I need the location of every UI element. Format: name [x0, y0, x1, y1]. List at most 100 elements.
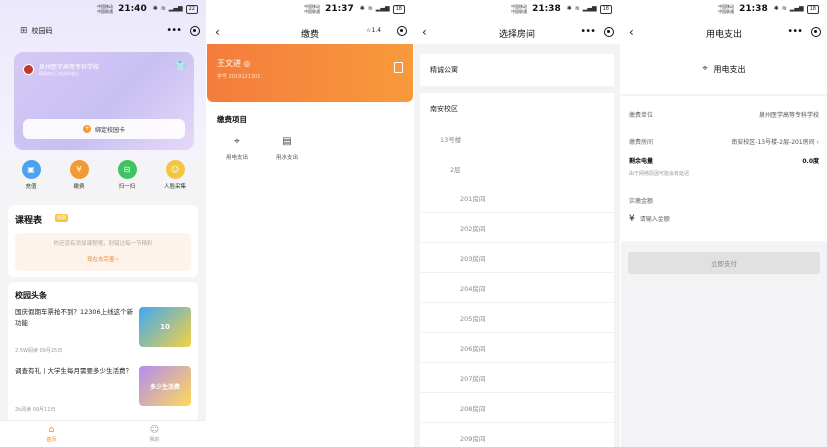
- news-headline: 调查有礼丨大学生每月需要多少生活费？: [15, 367, 132, 375]
- quick-action-recharge[interactable]: ▣ 充值: [14, 160, 48, 190]
- close-target-icon[interactable]: [604, 26, 614, 37]
- electricity-payment-screen: 中国移动 中国联通 21:38 ✱ ≋ ▂▄▆ 18 ‹ 用电支出 ••• ⌖ …: [621, 0, 827, 447]
- status-bar: 中国移动 中国联通 21:38 ✱ ≋ ▂▄▆ 18: [621, 0, 827, 22]
- room-item[interactable]: 207房间: [420, 363, 614, 393]
- back-icon[interactable]: ‹: [215, 25, 220, 39]
- tab-mine[interactable]: ☺ 我的: [103, 421, 206, 447]
- electricity-header-label: 用电支出: [713, 64, 746, 74]
- room-label: 206房间: [460, 345, 486, 353]
- quick-action-pay[interactable]: ¥ 缴费: [62, 160, 96, 190]
- page-title: 用电支出: [705, 29, 742, 40]
- star-rating[interactable]: ☆1.4: [366, 27, 381, 34]
- room-item[interactable]: 204房间: [420, 273, 614, 303]
- carrier-2: 中国联通: [511, 9, 528, 14]
- signal-icon: ▂▄▆: [375, 5, 390, 12]
- quick-action-face[interactable]: ☺ 人脸采集: [158, 160, 192, 190]
- document-icon[interactable]: [394, 62, 403, 73]
- room-item[interactable]: 206房间: [420, 333, 614, 363]
- amount-field[interactable]: ¥: [629, 214, 760, 224]
- room-item[interactable]: 201房间: [420, 183, 614, 213]
- close-target-icon[interactable]: [190, 25, 200, 36]
- signal-icon: ▂▄▆: [582, 5, 597, 12]
- more-icon[interactable]: •••: [787, 26, 803, 37]
- room-item[interactable]: 203房间: [420, 243, 614, 273]
- tab-label: 首页: [46, 437, 57, 443]
- status-time: 21:40: [118, 4, 147, 14]
- room-label: 缴费房间: [629, 139, 654, 146]
- room-label: 205房间: [460, 315, 486, 323]
- signal-icon: ▂▄▆: [789, 5, 804, 12]
- back-icon[interactable]: ‹: [629, 25, 634, 39]
- room-label: 203房间: [460, 255, 486, 263]
- bluetooth-icon: ✱: [359, 5, 365, 12]
- quick-actions: ▣ 充值 ¥ 缴费 ⊟ 扫一扫 ☺ 人脸采集: [14, 160, 192, 190]
- news-card: 校园头条 国庆假期车票抢不到？12306上线这个新功能 2.5W阅读 09月25…: [8, 282, 198, 422]
- close-target-icon[interactable]: [811, 26, 821, 37]
- room-row[interactable]: 缴费房间 南安校区-13号楼-2层-201房间 ›: [629, 137, 819, 146]
- battery-icon: 18: [599, 5, 612, 14]
- news-meta: 2k阅读 09月11日: [15, 407, 56, 413]
- room-item[interactable]: 209房间: [420, 423, 614, 447]
- room-item[interactable]: 202房间: [420, 213, 614, 243]
- electricity-pin-icon: ⌖: [234, 136, 240, 147]
- news-meta: 2.5W阅读 09月25日: [15, 348, 63, 354]
- pay-now-button[interactable]: 立即支付: [628, 252, 820, 274]
- campus-code-button[interactable]: ⊞ 校园码: [20, 26, 53, 36]
- back-icon[interactable]: ‹: [422, 25, 427, 39]
- building-label[interactable]: 13号楼: [440, 134, 461, 144]
- room-item[interactable]: 205房间: [420, 303, 614, 333]
- payment-item-water[interactable]: ▤ 用水支出: [267, 136, 307, 161]
- grid-icon: ⊞: [20, 26, 28, 36]
- unit-value: 泉州医学高等专科学校: [758, 112, 819, 119]
- balance-row: 剩余电量 0.0度: [629, 156, 819, 165]
- payment-items-title: 缴费项目: [217, 115, 247, 124]
- amount-input[interactable]: [639, 215, 760, 223]
- choose-room-screen: 中国移动 中国联通 21:38 ✱ ≋ ▂▄▆ 18 ‹ 选择房间 ••• 精诚…: [414, 0, 620, 447]
- bind-card-button[interactable]: + 绑定校园卡: [23, 119, 185, 139]
- news-thumbnail: 10: [139, 307, 191, 347]
- room-value: 南安校区-13号楼-2层-201房间 ›: [731, 139, 819, 146]
- status-bar: 中国移动 中国联通 21:38 ✱ ≋ ▂▄▆ 18: [414, 0, 620, 22]
- floor-label[interactable]: 2层: [450, 164, 461, 174]
- unit-row: 缴费单位 泉州医学高等专科学校: [629, 110, 819, 119]
- campus-label[interactable]: 南安校区: [430, 104, 458, 114]
- apartment-row[interactable]: 精诚公寓: [420, 54, 614, 86]
- mini-program-capsule: •••: [166, 25, 200, 36]
- news-thumbnail: 多少生活费: [139, 366, 191, 406]
- news-item[interactable]: 国庆假期车票抢不到？12306上线这个新功能 2.5W阅读 09月25日 10: [15, 307, 191, 361]
- carrier-info: 中国移动 中国联通: [97, 4, 113, 14]
- yen-icon: ¥: [629, 214, 635, 224]
- more-icon[interactable]: •••: [580, 26, 596, 37]
- bottom-tab-bar: ⌂ 首页 ☺ 我的: [0, 420, 206, 447]
- schedule-complete-link[interactable]: 现在去完善~: [15, 255, 191, 263]
- shirt-icon[interactable]: 👕: [175, 62, 186, 72]
- page-title: 选择房间: [498, 29, 535, 40]
- payment-item-electricity[interactable]: ⌖ 用电支出: [217, 136, 257, 161]
- nav-bar: ‹ 用电支出 •••: [621, 22, 827, 44]
- payment-screen: 中国移动 中国联通 21:37 ✱ ≋ ▂▄▆ 18 ‹ 缴费 ☆1.4 王文进…: [207, 0, 413, 447]
- close-target-icon[interactable]: [397, 26, 407, 36]
- status-time: 21:38: [532, 4, 561, 14]
- more-icon[interactable]: •••: [166, 25, 182, 36]
- room-item[interactable]: 208房间: [420, 393, 614, 423]
- balance-label: 剩余电量: [629, 158, 654, 165]
- news-item[interactable]: 调查有礼丨大学生每月需要多少生活费？ 2k阅读 09月11日 多少生活费: [15, 366, 191, 420]
- room-label: 202房间: [460, 225, 486, 233]
- payment-item-label: 用水支出: [275, 155, 298, 161]
- electricity-header: ⌖ 用电支出: [621, 44, 827, 94]
- carrier-2: 中国联通: [304, 9, 321, 14]
- scan-icon: ⊟: [117, 160, 137, 179]
- wifi-icon: ≋: [574, 5, 580, 12]
- nav-bar: ‹ 缴费 ☆1.4: [207, 22, 413, 44]
- carrier-info: 中国移动 中国联通: [304, 4, 320, 14]
- campus-code-label: 校园码: [31, 27, 53, 35]
- bluetooth-icon: ✱: [566, 5, 572, 12]
- unit-label: 缴费单位: [629, 112, 654, 119]
- room-label: 201房间: [460, 195, 486, 203]
- carrier-info: 中国移动 中国联通: [511, 4, 527, 14]
- news-headline: 国庆假期车票抢不到？12306上线这个新功能: [15, 308, 134, 327]
- quick-action-scan[interactable]: ⊟ 扫一扫: [110, 160, 144, 190]
- tab-home[interactable]: ⌂ 首页: [0, 421, 103, 447]
- term-badge: 假期: [55, 214, 68, 222]
- battery-icon: 22: [185, 5, 198, 14]
